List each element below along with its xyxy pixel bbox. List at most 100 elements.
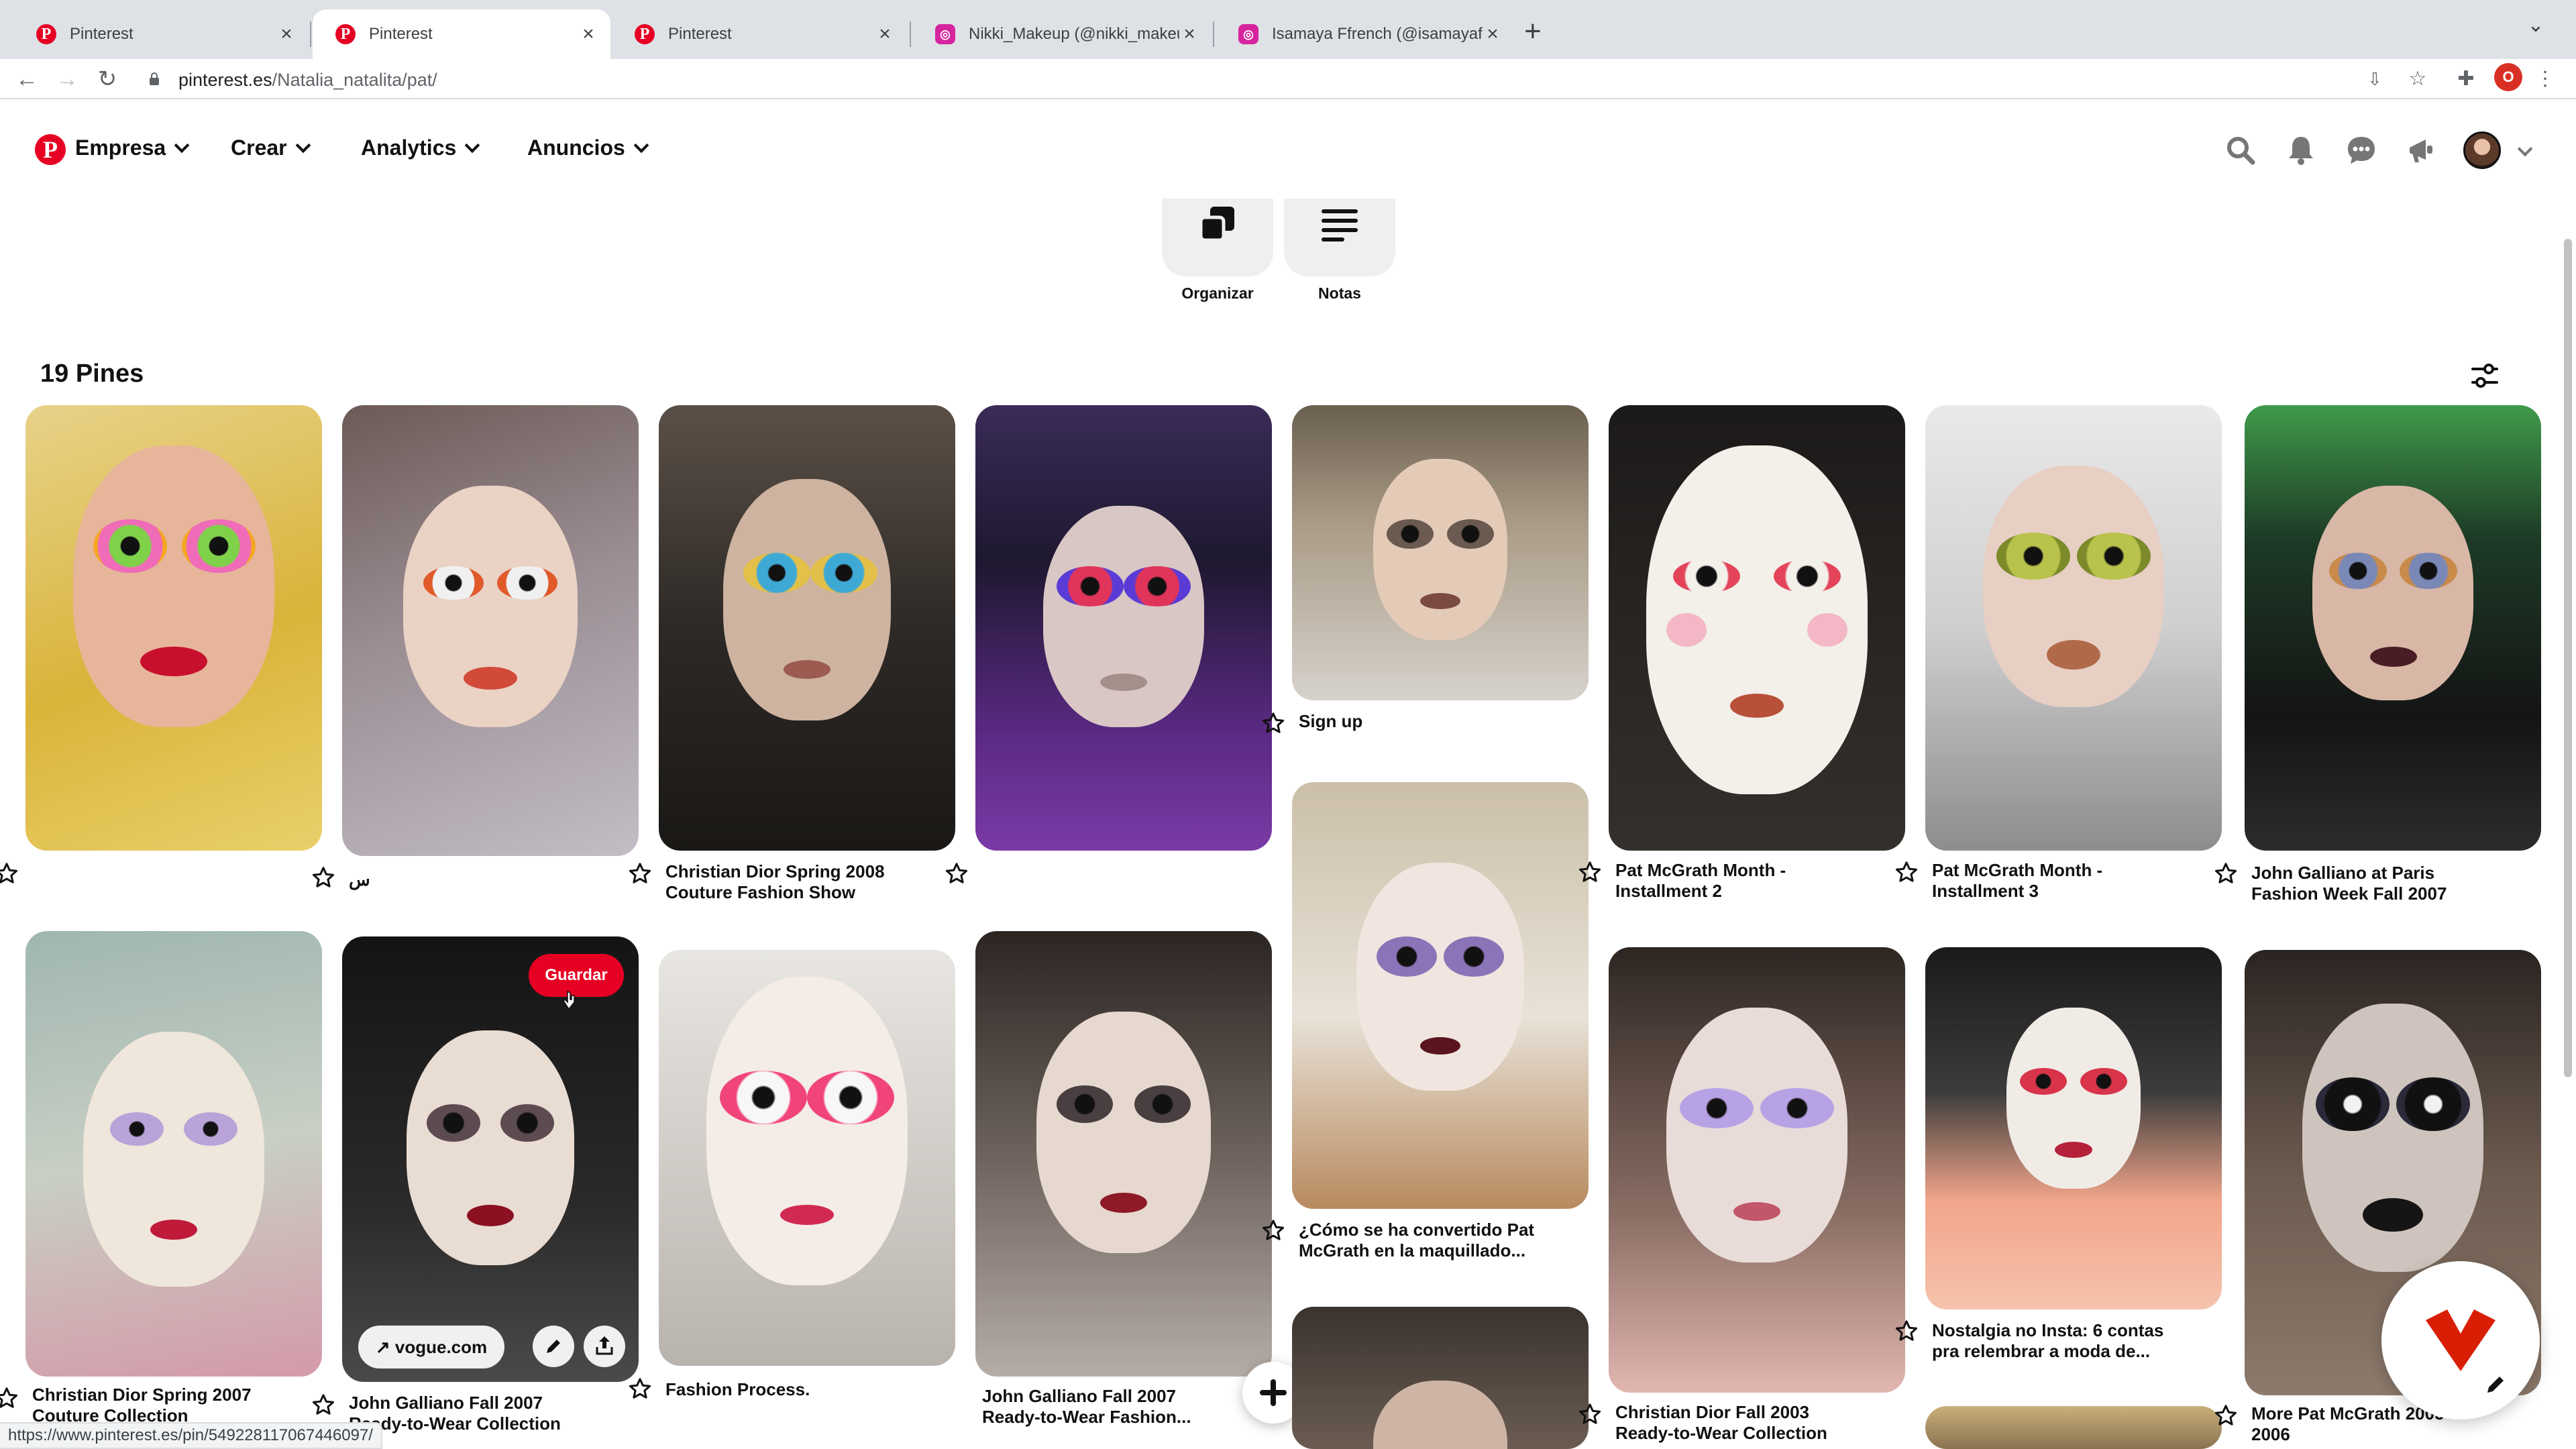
close-tab-icon[interactable]: × <box>1483 23 1503 46</box>
pin-image[interactable] <box>342 936 639 1382</box>
pin-image[interactable] <box>1609 405 1905 851</box>
filter-settings-icon[interactable] <box>2470 361 2500 390</box>
organize-label: Organizar <box>1181 284 1254 302</box>
pin-image[interactable] <box>1292 782 1589 1209</box>
browser-tab[interactable]: ◎ Isamaya Ffrench (@isamayaffr × <box>1216 9 1515 59</box>
star-icon[interactable] <box>2214 861 2238 885</box>
edit-pin-button[interactable] <box>533 1326 574 1367</box>
close-tab-icon[interactable]: × <box>1179 23 1199 46</box>
close-tab-icon[interactable]: × <box>276 23 297 46</box>
star-icon[interactable] <box>1894 1319 1919 1343</box>
forward-icon[interactable]: → <box>52 64 82 94</box>
star-icon[interactable] <box>1578 860 1602 884</box>
pin-image[interactable] <box>1292 1307 1589 1449</box>
page-scrollbar[interactable] <box>2564 239 2572 1077</box>
pin-image[interactable] <box>659 950 955 1366</box>
pin-title[interactable]: ¿Cómo se ha convertido Pat McGrath en la… <box>1299 1220 1540 1261</box>
pin-image[interactable] <box>1292 405 1589 700</box>
star-icon[interactable] <box>628 861 652 885</box>
pin-title[interactable]: س <box>349 869 590 890</box>
share-icon <box>596 1336 613 1355</box>
pin-image[interactable] <box>975 405 1272 851</box>
link-label: vogue.com <box>394 1337 488 1357</box>
organize-button[interactable] <box>1162 199 1273 276</box>
star-icon[interactable] <box>1578 1402 1602 1426</box>
address-bar[interactable]: pinterest.es/Natalia_natalita/pat/ <box>134 63 2348 95</box>
pin-title[interactable]: John Galliano Fall 2007 Ready-to-Wear Fa… <box>982 1386 1224 1428</box>
star-icon[interactable] <box>945 861 969 885</box>
browser-tab[interactable]: P Pinterest × <box>13 9 309 59</box>
pin-image[interactable] <box>975 931 1272 1377</box>
tab-title: Pinterest <box>369 25 433 43</box>
pin-title[interactable]: Christian Dior Spring 2007 Couture Colle… <box>32 1385 274 1426</box>
bell-icon[interactable] <box>2284 133 2318 168</box>
star-icon[interactable] <box>1261 711 1285 735</box>
pin-image[interactable] <box>1925 947 2222 1309</box>
nav-anuncios[interactable]: Anuncios <box>527 136 649 160</box>
new-tab-icon[interactable]: + <box>1524 15 1542 48</box>
tab-title: Nikki_Makeup (@nikki_makeup <box>969 25 1179 43</box>
nav-empresa[interactable]: Empresa <box>75 136 190 160</box>
pin-image[interactable] <box>25 931 322 1377</box>
pencil-icon[interactable] <box>2482 1371 2509 1398</box>
pinterest-icon: P <box>635 24 655 44</box>
bookmark-star-icon[interactable]: ☆ <box>2403 64 2432 94</box>
messages-icon[interactable] <box>2344 133 2379 168</box>
star-icon[interactable] <box>0 1386 19 1410</box>
pin-image[interactable] <box>2245 405 2541 851</box>
pin-image[interactable] <box>659 405 955 851</box>
pin-title[interactable]: Pat McGrath Month - Installment 2 <box>1615 860 1857 902</box>
nav-crear[interactable]: Crear <box>231 136 311 160</box>
star-icon[interactable] <box>2214 1403 2238 1428</box>
tab-title: Isamaya Ffrench (@isamayaffr <box>1272 25 1483 43</box>
back-icon[interactable]: ← <box>12 64 42 94</box>
reload-icon[interactable]: ↻ <box>93 64 122 94</box>
pin-title[interactable]: Christian Dior Fall 2003 Ready-to-Wear C… <box>1615 1402 1857 1444</box>
pin-image[interactable] <box>25 405 322 851</box>
extensions-icon[interactable]: ✚ <box>2451 64 2481 94</box>
tab-divider <box>1213 21 1214 47</box>
pin-image[interactable] <box>1925 405 2222 851</box>
star-icon[interactable] <box>311 1393 335 1417</box>
close-tab-icon[interactable]: × <box>875 23 895 46</box>
browser-tab-strip: P Pinterest × P Pinterest × P Pinterest … <box>0 0 2576 59</box>
close-tab-icon[interactable]: × <box>578 23 598 46</box>
instagram-icon: ◎ <box>1238 24 1258 44</box>
browser-profile-avatar[interactable]: O <box>2494 63 2522 91</box>
pinterest-icon: P <box>36 24 56 44</box>
megaphone-icon[interactable] <box>2404 133 2439 168</box>
pinterest-logo-icon[interactable]: P <box>35 134 66 165</box>
search-icon[interactable] <box>2223 133 2258 168</box>
pin-image[interactable] <box>1925 1406 2222 1449</box>
source-link-button[interactable]: ↗ vogue.com <box>358 1326 504 1368</box>
notes-button[interactable] <box>1284 199 1395 276</box>
nav-analytics[interactable]: Analytics <box>361 136 480 160</box>
pin-title[interactable]: Nostalgia no Insta: 6 contas pra relembr… <box>1932 1320 2174 1362</box>
share-pin-button[interactable] <box>584 1326 625 1367</box>
user-avatar[interactable] <box>2463 131 2501 169</box>
pin-title[interactable]: Pat McGrath Month - Installment 3 <box>1932 860 2174 902</box>
chevron-down-icon[interactable] <box>2517 141 2533 157</box>
pin-image[interactable] <box>342 405 639 856</box>
pin-title[interactable]: John Galliano at Paris Fashion Week Fall… <box>2251 863 2493 904</box>
pin-image[interactable] <box>1609 947 1905 1393</box>
pin-title[interactable]: Fashion Process. <box>665 1379 907 1400</box>
browser-tab-active[interactable]: P Pinterest × <box>313 9 610 59</box>
star-icon[interactable] <box>311 865 335 890</box>
star-icon[interactable] <box>628 1377 652 1401</box>
star-icon[interactable] <box>1261 1218 1285 1242</box>
star-icon[interactable] <box>1894 860 1919 884</box>
organize-icon <box>1199 207 1234 242</box>
browser-menu-icon[interactable]: ⋮ <box>2530 64 2560 94</box>
tab-search-icon[interactable]: ⌄ <box>2522 13 2549 40</box>
pin-title[interactable]: Christian Dior Spring 2008 Couture Fashi… <box>665 861 907 903</box>
pin-title[interactable]: John Galliano Fall 2007 Ready-to-Wear Co… <box>349 1393 590 1434</box>
star-icon[interactable] <box>0 861 19 885</box>
pin-title[interactable]: Sign up <box>1299 711 1540 732</box>
url-text: pinterest.es/Natalia_natalita/pat/ <box>178 70 437 91</box>
browser-tab[interactable]: P Pinterest × <box>612 9 907 59</box>
url-host: pinterest.es <box>178 70 272 90</box>
install-app-icon[interactable]: ⇩ <box>2360 64 2390 94</box>
floating-chat-badge[interactable] <box>2381 1261 2540 1419</box>
browser-tab[interactable]: ◎ Nikki_Makeup (@nikki_makeup × <box>912 9 1212 59</box>
